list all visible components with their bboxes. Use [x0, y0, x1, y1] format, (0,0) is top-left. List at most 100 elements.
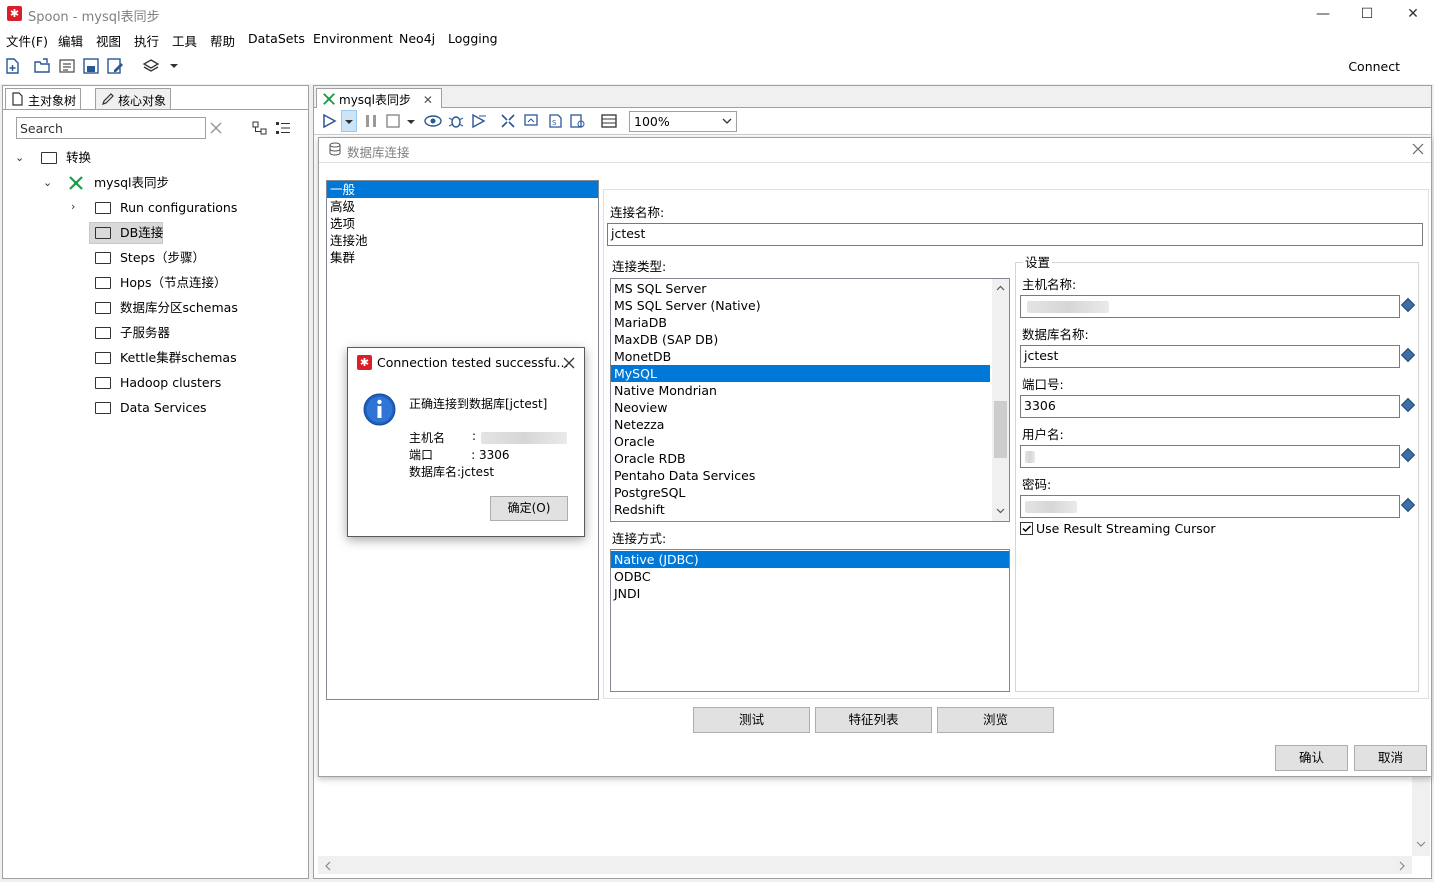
tree-item-cluster-schemas[interactable]: Kettle集群schemas	[69, 347, 299, 369]
cancel-button[interactable]: 取消	[1354, 745, 1427, 771]
impact-icon[interactable]	[523, 113, 541, 129]
menu-neo4j[interactable]: Neo4j	[399, 31, 435, 46]
tree-item-hops[interactable]: Hops（节点连接）	[69, 272, 299, 294]
conn-type-item-selected[interactable]: MySQL	[611, 365, 990, 382]
tree-item-partition-schemas[interactable]: 数据库分区schemas	[69, 297, 299, 319]
maximize-icon[interactable]: ☐	[1357, 4, 1377, 24]
conn-type-item[interactable]: Pentaho Data Services	[611, 467, 1009, 484]
folder-icon	[95, 277, 111, 289]
verify-icon[interactable]	[500, 113, 518, 129]
user-input[interactable]	[1020, 445, 1400, 468]
conn-method-item-selected[interactable]: Native (JDBC)	[611, 551, 1009, 568]
tab-main-tree[interactable]: 主对象树	[5, 88, 82, 109]
layers-dropdown-icon[interactable]	[166, 57, 184, 75]
clear-search-icon[interactable]	[209, 121, 223, 135]
layers-icon[interactable]	[142, 57, 160, 75]
scroll-left-icon[interactable]	[324, 861, 332, 871]
conn-method-item[interactable]: ODBC	[611, 568, 1009, 585]
nav-item-pooling[interactable]: 连接池	[327, 232, 598, 249]
dbname-input[interactable]: jctest	[1020, 345, 1400, 368]
tree-item-slave-servers[interactable]: 子服务器	[69, 322, 299, 344]
password-input[interactable]	[1020, 495, 1400, 518]
sql-icon[interactable]: S	[546, 113, 564, 129]
conn-type-item[interactable]: MariaDB	[611, 314, 1009, 331]
save-icon[interactable]	[82, 57, 100, 75]
tree-item-steps[interactable]: Steps（步骤）	[69, 247, 299, 269]
tab-core-objects[interactable]: 核心对象	[95, 88, 172, 109]
dialog-close-icon[interactable]	[1412, 143, 1424, 155]
conn-type-item[interactable]: MS SQL Server	[611, 280, 1009, 297]
scroll-right-icon[interactable]	[1398, 861, 1406, 871]
save-as-icon[interactable]	[106, 57, 124, 75]
chevron-down-icon[interactable]: ⌄	[43, 172, 52, 194]
folder-icon	[95, 302, 111, 314]
scroll-up-icon[interactable]	[996, 285, 1005, 292]
scroll-down-icon[interactable]	[1416, 840, 1426, 848]
streaming-checkbox[interactable]	[1020, 522, 1033, 535]
menu-environment[interactable]: Environment	[313, 31, 393, 46]
conn-type-item[interactable]: MaxDB (SAP DB)	[611, 331, 1009, 348]
conn-type-item[interactable]: MonetDB	[611, 348, 1009, 365]
vertical-scrollbar[interactable]	[1412, 776, 1430, 856]
conn-type-item[interactable]: Native Mondrian	[611, 382, 1009, 399]
tab-close-icon[interactable]: ✕	[423, 93, 433, 107]
browse-button[interactable]: 浏览	[937, 707, 1054, 733]
stop-dropdown-icon[interactable]	[406, 113, 416, 129]
tree-item-hadoop-clusters[interactable]: Hadoop clusters	[69, 372, 299, 394]
popup-ok-button[interactable]: 确定(O)	[490, 496, 568, 521]
show-results-icon[interactable]	[600, 113, 618, 129]
preview-icon[interactable]	[424, 113, 442, 129]
conn-type-item[interactable]: Neoview	[611, 399, 1009, 416]
zoom-select[interactable]: 100%	[629, 111, 737, 132]
pause-icon[interactable]	[363, 113, 379, 129]
chevron-right-icon[interactable]: ›	[71, 196, 75, 218]
menu-datasets[interactable]: DataSets	[248, 31, 305, 46]
nav-item-options[interactable]: 选项	[327, 215, 598, 232]
nav-item-advanced[interactable]: 高级	[327, 198, 598, 215]
ok-button[interactable]: 确认	[1275, 745, 1348, 771]
menu-logging[interactable]: Logging	[448, 31, 498, 46]
scroll-thumb[interactable]	[994, 401, 1007, 458]
scroll-down-icon[interactable]	[996, 507, 1005, 514]
open-icon[interactable]	[33, 57, 51, 75]
tab-mysql-transform[interactable]: mysql表同步 ✕	[316, 88, 442, 109]
conn-type-item[interactable]: Netezza	[611, 416, 1009, 433]
stop-icon[interactable]	[385, 113, 401, 129]
conn-type-list[interactable]: MS SQL Server MS SQL Server (Native) Mar…	[610, 278, 1010, 522]
run-icon[interactable]	[321, 113, 337, 129]
nav-item-general[interactable]: 一般	[327, 181, 598, 198]
tree-item-db-connections[interactable]: DB连接	[69, 222, 299, 244]
tree-item-run-configurations[interactable]: › Run configurations	[69, 197, 299, 219]
expand-all-icon[interactable]	[275, 121, 291, 135]
close-icon[interactable]: ✕	[1403, 4, 1423, 24]
replay-icon[interactable]	[470, 113, 488, 129]
folder-icon	[95, 352, 111, 364]
collapse-all-icon[interactable]	[252, 121, 268, 135]
conn-type-scrollbar[interactable]	[992, 279, 1009, 521]
canvas-area[interactable]	[318, 776, 1413, 854]
search-input[interactable]: Search	[16, 117, 206, 139]
tree-item-data-services[interactable]: Data Services	[69, 397, 299, 419]
feature-list-button[interactable]: 特征列表	[815, 707, 932, 733]
conn-type-item[interactable]: MS SQL Server (Native)	[611, 297, 1009, 314]
conn-method-item[interactable]: JNDI	[611, 585, 1009, 602]
new-file-icon[interactable]	[3, 57, 21, 75]
chevron-down-icon[interactable]: ⌄	[15, 147, 24, 169]
horizontal-scrollbar[interactable]	[318, 856, 1412, 874]
conn-name-input[interactable]: jctest	[607, 223, 1423, 246]
run-dropdown[interactable]	[341, 110, 357, 132]
debug-icon[interactable]	[447, 113, 465, 129]
conn-type-item[interactable]: Oracle RDB	[611, 450, 1009, 467]
conn-type-item[interactable]: Oracle	[611, 433, 1009, 450]
conn-method-list[interactable]: Native (JDBC) ODBC JNDI	[610, 549, 1010, 692]
explore-db-icon[interactable]	[569, 113, 587, 129]
minimize-icon[interactable]: —	[1313, 4, 1333, 24]
nav-item-cluster[interactable]: 集群	[327, 249, 598, 266]
conn-type-item[interactable]: PostgreSQL	[611, 484, 1009, 501]
port-input[interactable]: 3306	[1020, 395, 1400, 418]
test-button[interactable]: 测试	[693, 707, 810, 733]
conn-type-item[interactable]: Redshift	[611, 501, 1009, 518]
popup-close-icon[interactable]	[563, 357, 575, 369]
connect-button[interactable]: Connect	[1348, 59, 1400, 74]
explore-icon[interactable]	[58, 57, 76, 75]
